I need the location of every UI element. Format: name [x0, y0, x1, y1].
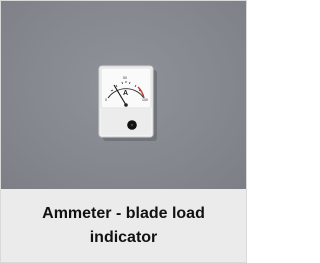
caption-panel: Ammeter - blade load indicator [1, 189, 246, 262]
svg-text:0: 0 [105, 98, 107, 102]
product-card[interactable]: 0 50 100 A Ammeter - blade load indicato… [0, 0, 247, 263]
svg-text:50: 50 [123, 76, 127, 80]
product-title[interactable]: Ammeter - blade load indicator [24, 202, 224, 250]
product-image[interactable]: 0 50 100 A [1, 1, 246, 189]
svg-text:100: 100 [142, 98, 148, 102]
unit-symbol: A [123, 90, 128, 97]
ammeter-icon: 0 50 100 A [98, 65, 157, 141]
